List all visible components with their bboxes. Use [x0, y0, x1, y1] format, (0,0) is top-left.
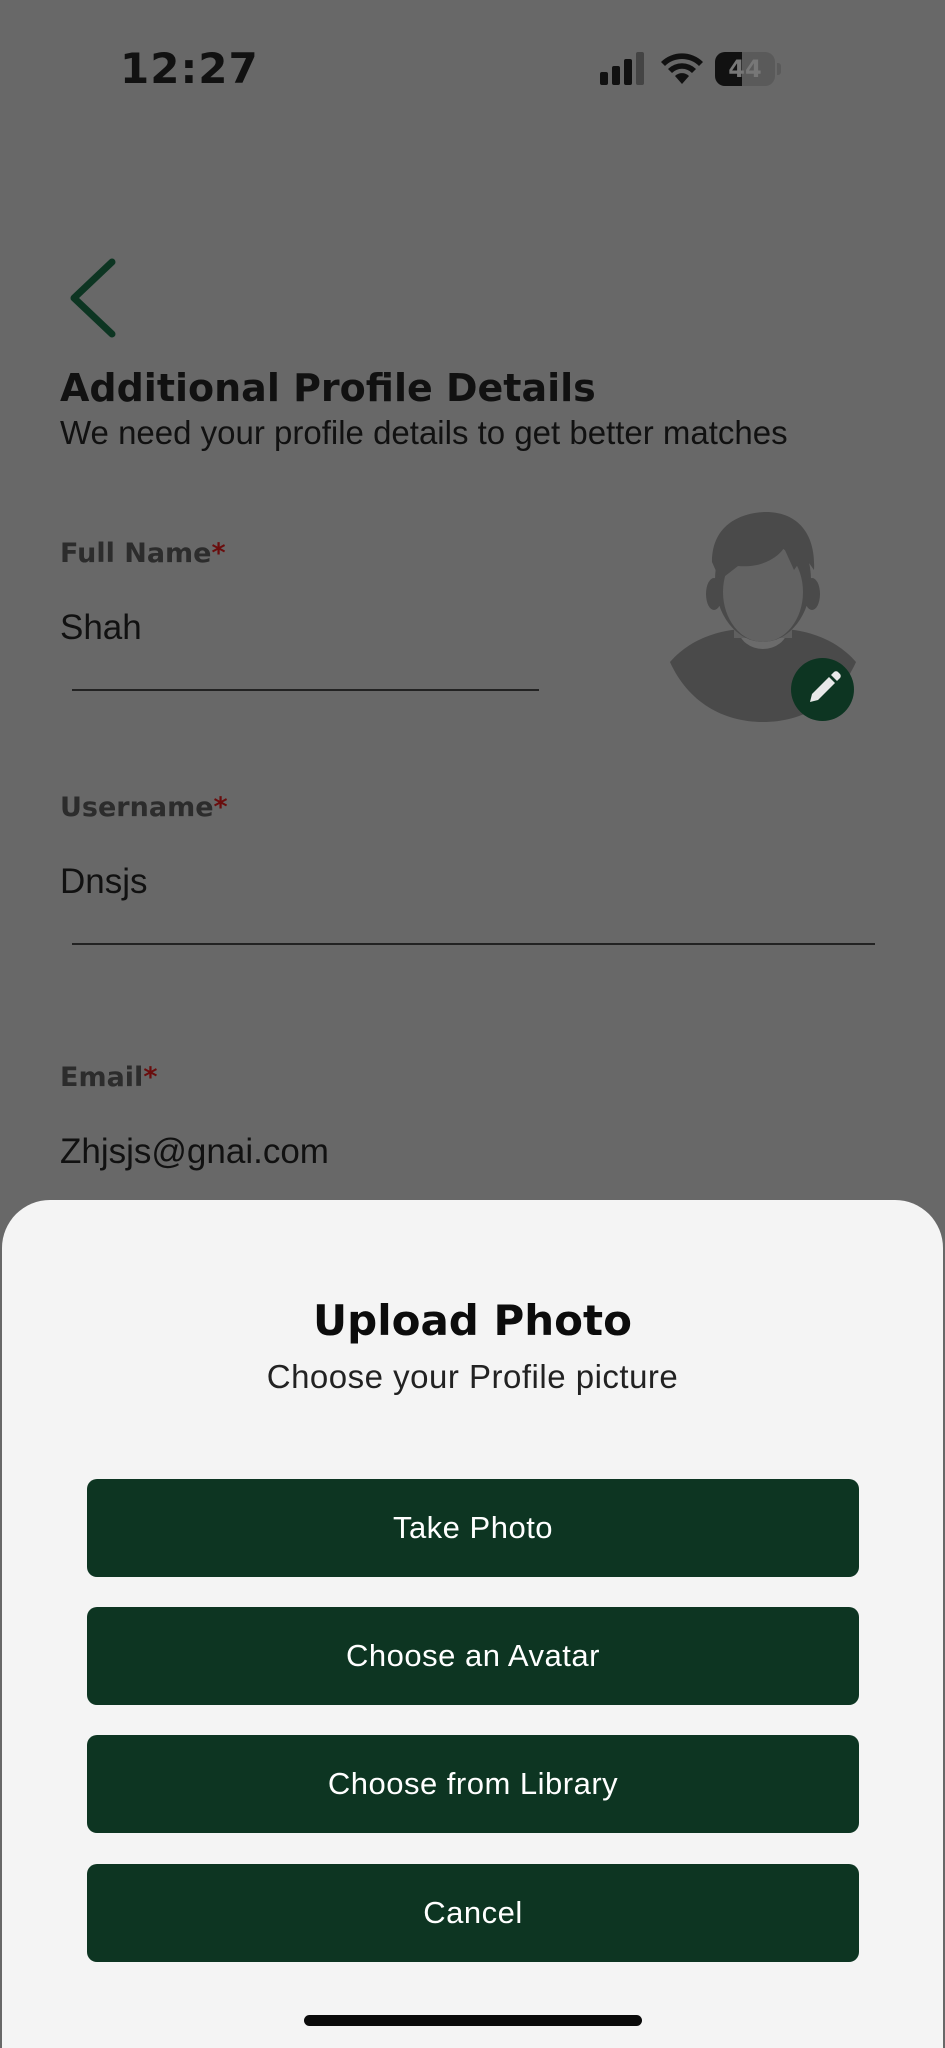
screen: 12:27 44 Additional Profile Details We n…	[0, 0, 945, 2048]
page-title: Additional Profile Details	[60, 366, 596, 410]
home-indicator[interactable]	[304, 2015, 642, 2026]
battery-icon: 44	[715, 52, 781, 86]
page-subtitle: We need your profile details to get bett…	[60, 414, 788, 451]
sheet-subtitle: Choose your Profile picture	[266, 1358, 679, 1395]
battery-level: 44	[728, 55, 762, 83]
full-name-underline	[72, 689, 539, 691]
wifi-icon	[661, 53, 703, 84]
username-field[interactable]: Dnsjs	[60, 862, 148, 902]
choose-library-button[interactable]: Choose from Library	[87, 1735, 859, 1833]
full-name-label: Full Name*	[60, 538, 226, 569]
take-photo-button[interactable]: Take Photo	[87, 1479, 859, 1577]
upload-photo-sheet: Upload Photo Choose your Profile picture…	[2, 1200, 943, 2048]
edit-photo-button[interactable]	[791, 658, 854, 721]
email-field[interactable]: Zhjsjs@gnai.com	[60, 1132, 329, 1172]
username-underline	[72, 943, 875, 945]
pencil-icon	[810, 671, 841, 702]
sheet-title: Upload Photo	[313, 1296, 632, 1345]
username-label: Username*	[60, 792, 228, 823]
full-name-field[interactable]: Shah	[60, 608, 142, 648]
cancel-button[interactable]: Cancel	[87, 1864, 859, 1962]
choose-avatar-button[interactable]: Choose an Avatar	[87, 1607, 859, 1705]
back-chevron-icon[interactable]	[66, 258, 126, 338]
status-time: 12:27	[120, 44, 259, 93]
email-label: Email*	[60, 1062, 158, 1093]
signal-icon	[600, 52, 644, 85]
